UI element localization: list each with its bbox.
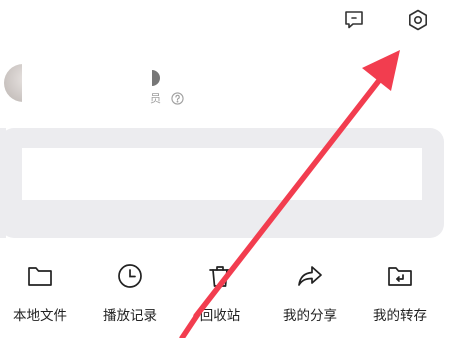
trash-icon [206,262,234,290]
member-text: 员 [150,93,161,105]
shortcut-label: 本地文件 [13,308,67,323]
shortcut-label: 我的分享 [283,308,337,323]
shortcut-label: 播放记录 [103,308,157,323]
message-square-icon [345,11,363,29]
gear-icon [409,9,427,31]
shortcut-recycle-bin[interactable]: 回收站 [180,262,260,324]
shortcut-local-files[interactable]: 本地文件 [0,262,80,324]
redacted-name [22,58,154,110]
question-circle-icon[interactable] [171,91,184,105]
clock-icon [116,262,144,290]
promo-banner[interactable] [0,128,444,238]
folder-import-icon [386,262,414,290]
feedback-button[interactable] [340,6,368,34]
share-arrow-icon [296,262,324,290]
banner-content [22,148,422,200]
settings-button[interactable] [404,6,432,34]
member-status[interactable]: 员 [150,90,184,106]
shortcut-my-transfers[interactable]: 我的转存 [360,262,440,324]
username-fragment [152,70,160,86]
shortcut-label: 回收站 [199,308,241,323]
shortcut-play-history[interactable]: 播放记录 [90,262,170,324]
shortcut-my-shares[interactable]: 我的分享 [270,262,350,324]
shortcut-label: 我的转存 [373,308,427,323]
folder-icon [26,262,54,290]
shortcut-bar: 本地文件 播放记录 回收站 我的分享 我的转存 [0,262,450,332]
